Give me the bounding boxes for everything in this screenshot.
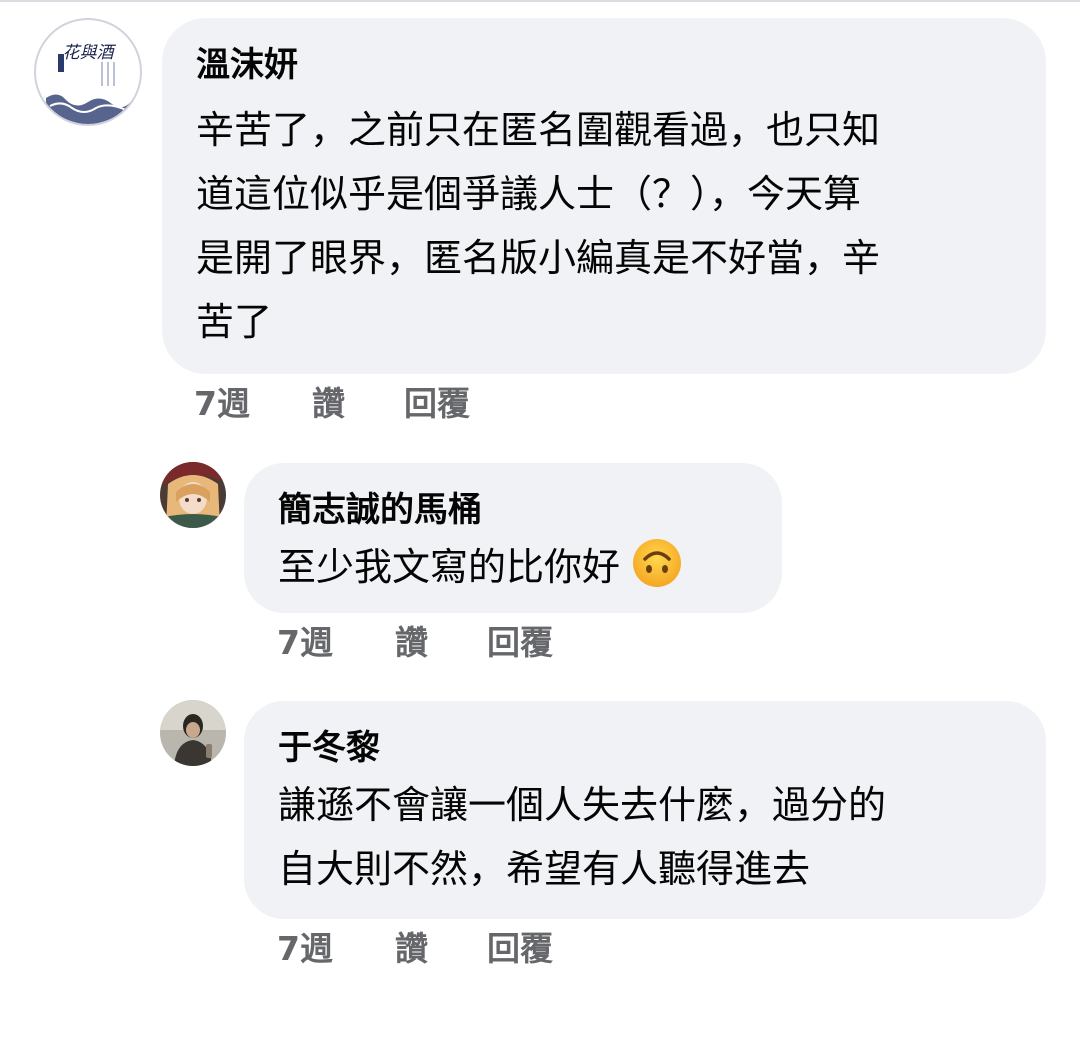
- like-button[interactable]: 讚: [312, 384, 404, 424]
- comment-bubble[interactable]: 于冬黎 謙遜不會讓一個人失去什麼，過分的 自大則不然，希望有人聽得進去: [244, 701, 1046, 919]
- reply-button[interactable]: 回覆: [404, 384, 470, 424]
- avatar[interactable]: [160, 462, 226, 528]
- anime-girl-avatar-icon: [160, 462, 226, 528]
- top-divider: [0, 0, 1080, 2]
- comment-text: 謙遜不會讓一個人失去什麼，過分的 自大則不然，希望有人聽得進去: [278, 773, 1012, 901]
- comment-bubble[interactable]: 溫沫妍 辛苦了，之前只在匿名圍觀看過，也只知 道這位似乎是個爭議人士（？），今天…: [162, 18, 1046, 374]
- commenter-name[interactable]: 簡志誠的馬桶: [278, 489, 748, 531]
- comment-actions: 7週 讚 回覆: [277, 929, 553, 969]
- avatar[interactable]: [160, 700, 226, 766]
- timestamp[interactable]: 7週: [277, 623, 395, 663]
- comment-text: 至少我文寫的比你好: [278, 535, 748, 599]
- svg-text:花與酒: 花與酒: [63, 43, 117, 63]
- commenter-name[interactable]: 溫沫妍: [196, 44, 1012, 86]
- reply-button[interactable]: 回覆: [487, 929, 553, 969]
- comment-line: 苦了: [196, 300, 273, 344]
- comment-line: 至少我文寫的比你好: [278, 545, 621, 589]
- like-button[interactable]: 讚: [395, 929, 487, 969]
- avatar[interactable]: 花與酒: [34, 18, 142, 126]
- comment-line: 謙遜不會讓一個人失去什麼，過分的: [278, 783, 887, 827]
- commenter-name[interactable]: 于冬黎: [278, 727, 1012, 769]
- flower-wine-logo-icon: 花與酒: [38, 22, 138, 124]
- comment-bubble[interactable]: 簡志誠的馬桶 至少我文寫的比你好: [244, 463, 782, 613]
- comment-line: 是開了眼界，匿名版小編真是不好當，辛: [196, 236, 881, 280]
- comment-line: 辛苦了，之前只在匿名圍觀看過，也只知: [196, 108, 881, 152]
- person-photo-avatar-icon: [160, 700, 226, 766]
- like-button[interactable]: 讚: [395, 623, 487, 663]
- reply-button[interactable]: 回覆: [487, 623, 553, 663]
- comment-text: 辛苦了，之前只在匿名圍觀看過，也只知 道這位似乎是個爭議人士（？），今天算 是開…: [196, 98, 1012, 354]
- comment-actions: 7週 讚 回覆: [194, 384, 470, 424]
- comment-line: 自大則不然，希望有人聽得進去: [278, 847, 811, 891]
- timestamp[interactable]: 7週: [194, 384, 312, 424]
- timestamp[interactable]: 7週: [277, 929, 395, 969]
- comment-line: 道這位似乎是個爭議人士（？），今天算: [196, 172, 862, 216]
- upside-down-face-emoji-icon: [633, 539, 682, 587]
- comment-actions: 7週 讚 回覆: [277, 623, 553, 663]
